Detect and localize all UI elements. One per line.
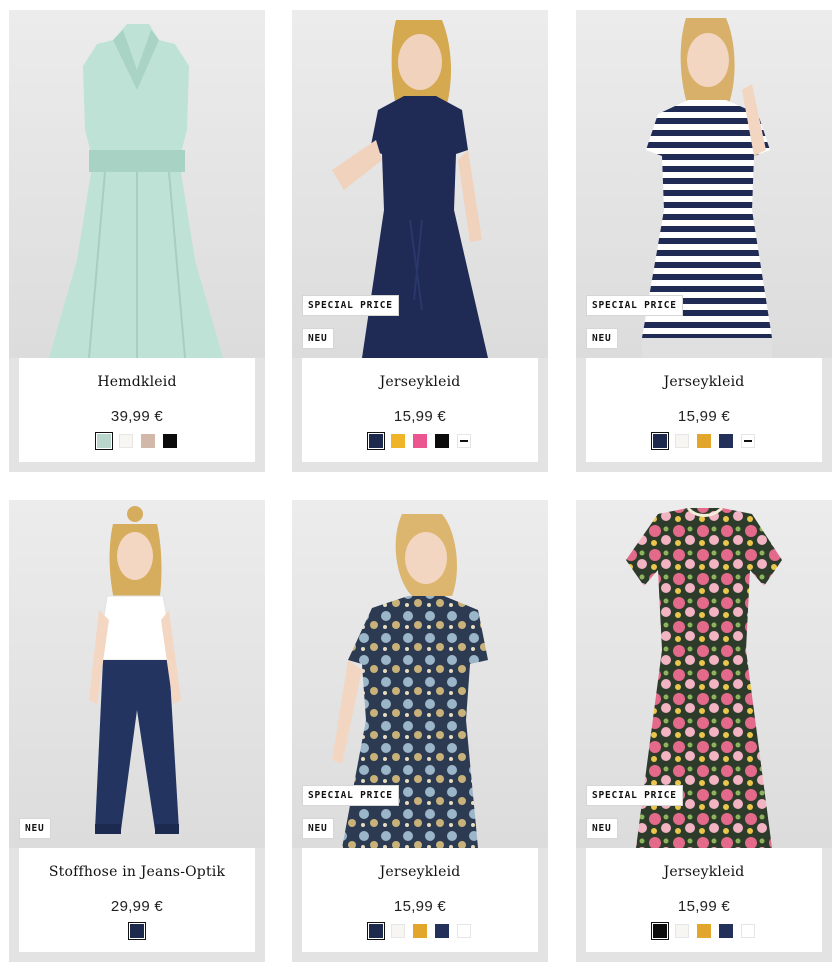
color-swatch[interactable]	[651, 432, 669, 450]
product-card[interactable]: SPECIAL PRICE NEU Jerseykleid 15,99 €	[292, 500, 548, 962]
color-swatch[interactable]	[391, 434, 405, 448]
product-card[interactable]: SPECIAL PRICE NEU Jerseykleid 15,99 €	[576, 10, 832, 472]
product-info: Jerseykleid 15,99 €	[302, 358, 538, 462]
color-swatch[interactable]	[119, 434, 133, 448]
color-swatches	[302, 432, 538, 450]
color-swatch[interactable]	[675, 434, 689, 448]
color-swatches	[586, 922, 822, 940]
mint-shirt-dress-image	[49, 24, 223, 358]
color-swatch[interactable]	[163, 434, 177, 448]
product-image[interactable]	[9, 500, 265, 848]
color-swatches	[586, 432, 822, 450]
product-price: 29,99 €	[110, 898, 164, 915]
product-info: Jerseykleid 15,99 €	[586, 358, 822, 462]
product-name[interactable]: Hemdkleid	[19, 374, 255, 390]
color-swatch[interactable]	[128, 922, 146, 940]
color-swatches	[19, 922, 255, 940]
new-badge: NEU	[586, 818, 618, 839]
color-swatch[interactable]	[651, 922, 669, 940]
product-name[interactable]: Jerseykleid	[586, 374, 822, 390]
color-swatch[interactable]	[741, 924, 755, 938]
special-price-badge: SPECIAL PRICE	[302, 295, 399, 316]
color-swatch[interactable]	[435, 434, 449, 448]
new-badge: NEU	[302, 818, 334, 839]
new-badge: NEU	[302, 328, 334, 349]
product-name[interactable]: Stoffhose in Jeans-Optik	[19, 864, 255, 880]
color-swatch[interactable]	[741, 434, 755, 448]
product-price: 15,99 €	[677, 898, 731, 915]
color-swatch[interactable]	[413, 434, 427, 448]
product-card[interactable]: SPECIAL PRICE NEU Jerseykleid 15,99 €	[292, 10, 548, 472]
product-info: Jerseykleid 15,99 €	[586, 848, 822, 952]
color-swatch[interactable]	[719, 924, 733, 938]
product-name[interactable]: Jerseykleid	[302, 864, 538, 880]
denim-look-trousers-image	[89, 506, 181, 834]
color-swatch[interactable]	[697, 924, 711, 938]
product-price: 15,99 €	[393, 898, 447, 915]
color-swatch[interactable]	[367, 922, 385, 940]
product-card[interactable]: Hemdkleid 39,99 €	[9, 10, 265, 472]
product-price: 15,99 €	[677, 408, 731, 425]
color-swatch[interactable]	[457, 924, 471, 938]
color-swatch[interactable]	[697, 434, 711, 448]
new-badge: NEU	[586, 328, 618, 349]
new-badge: NEU	[19, 818, 51, 839]
product-card[interactable]: NEU Stoffhose in Jeans-Optik 29,99 €	[9, 500, 265, 962]
product-price: 39,99 €	[110, 408, 164, 425]
special-price-badge: SPECIAL PRICE	[302, 785, 399, 806]
product-price: 15,99 €	[393, 408, 447, 425]
color-swatch[interactable]	[413, 924, 427, 938]
color-swatch[interactable]	[391, 924, 405, 938]
color-swatch[interactable]	[435, 924, 449, 938]
color-swatches	[302, 922, 538, 940]
special-price-badge: SPECIAL PRICE	[586, 295, 683, 316]
product-card[interactable]: SPECIAL PRICE NEU Jerseykleid 15,99 €	[576, 500, 832, 962]
color-swatch[interactable]	[675, 924, 689, 938]
product-info: Stoffhose in Jeans-Optik 29,99 €	[19, 848, 255, 952]
special-price-badge: SPECIAL PRICE	[586, 785, 683, 806]
color-swatch[interactable]	[367, 432, 385, 450]
product-grid: Hemdkleid 39,99 € SPECIAL PRICE NEU Jers…	[0, 0, 840, 976]
color-swatch[interactable]	[141, 434, 155, 448]
color-swatch[interactable]	[95, 432, 113, 450]
product-info: Hemdkleid 39,99 €	[19, 358, 255, 462]
color-swatch[interactable]	[719, 434, 733, 448]
product-info: Jerseykleid 15,99 €	[302, 848, 538, 952]
color-swatch[interactable]	[457, 434, 471, 448]
product-name[interactable]: Jerseykleid	[586, 864, 822, 880]
product-name[interactable]: Jerseykleid	[302, 374, 538, 390]
color-swatches	[19, 432, 255, 450]
product-image[interactable]	[9, 10, 265, 358]
